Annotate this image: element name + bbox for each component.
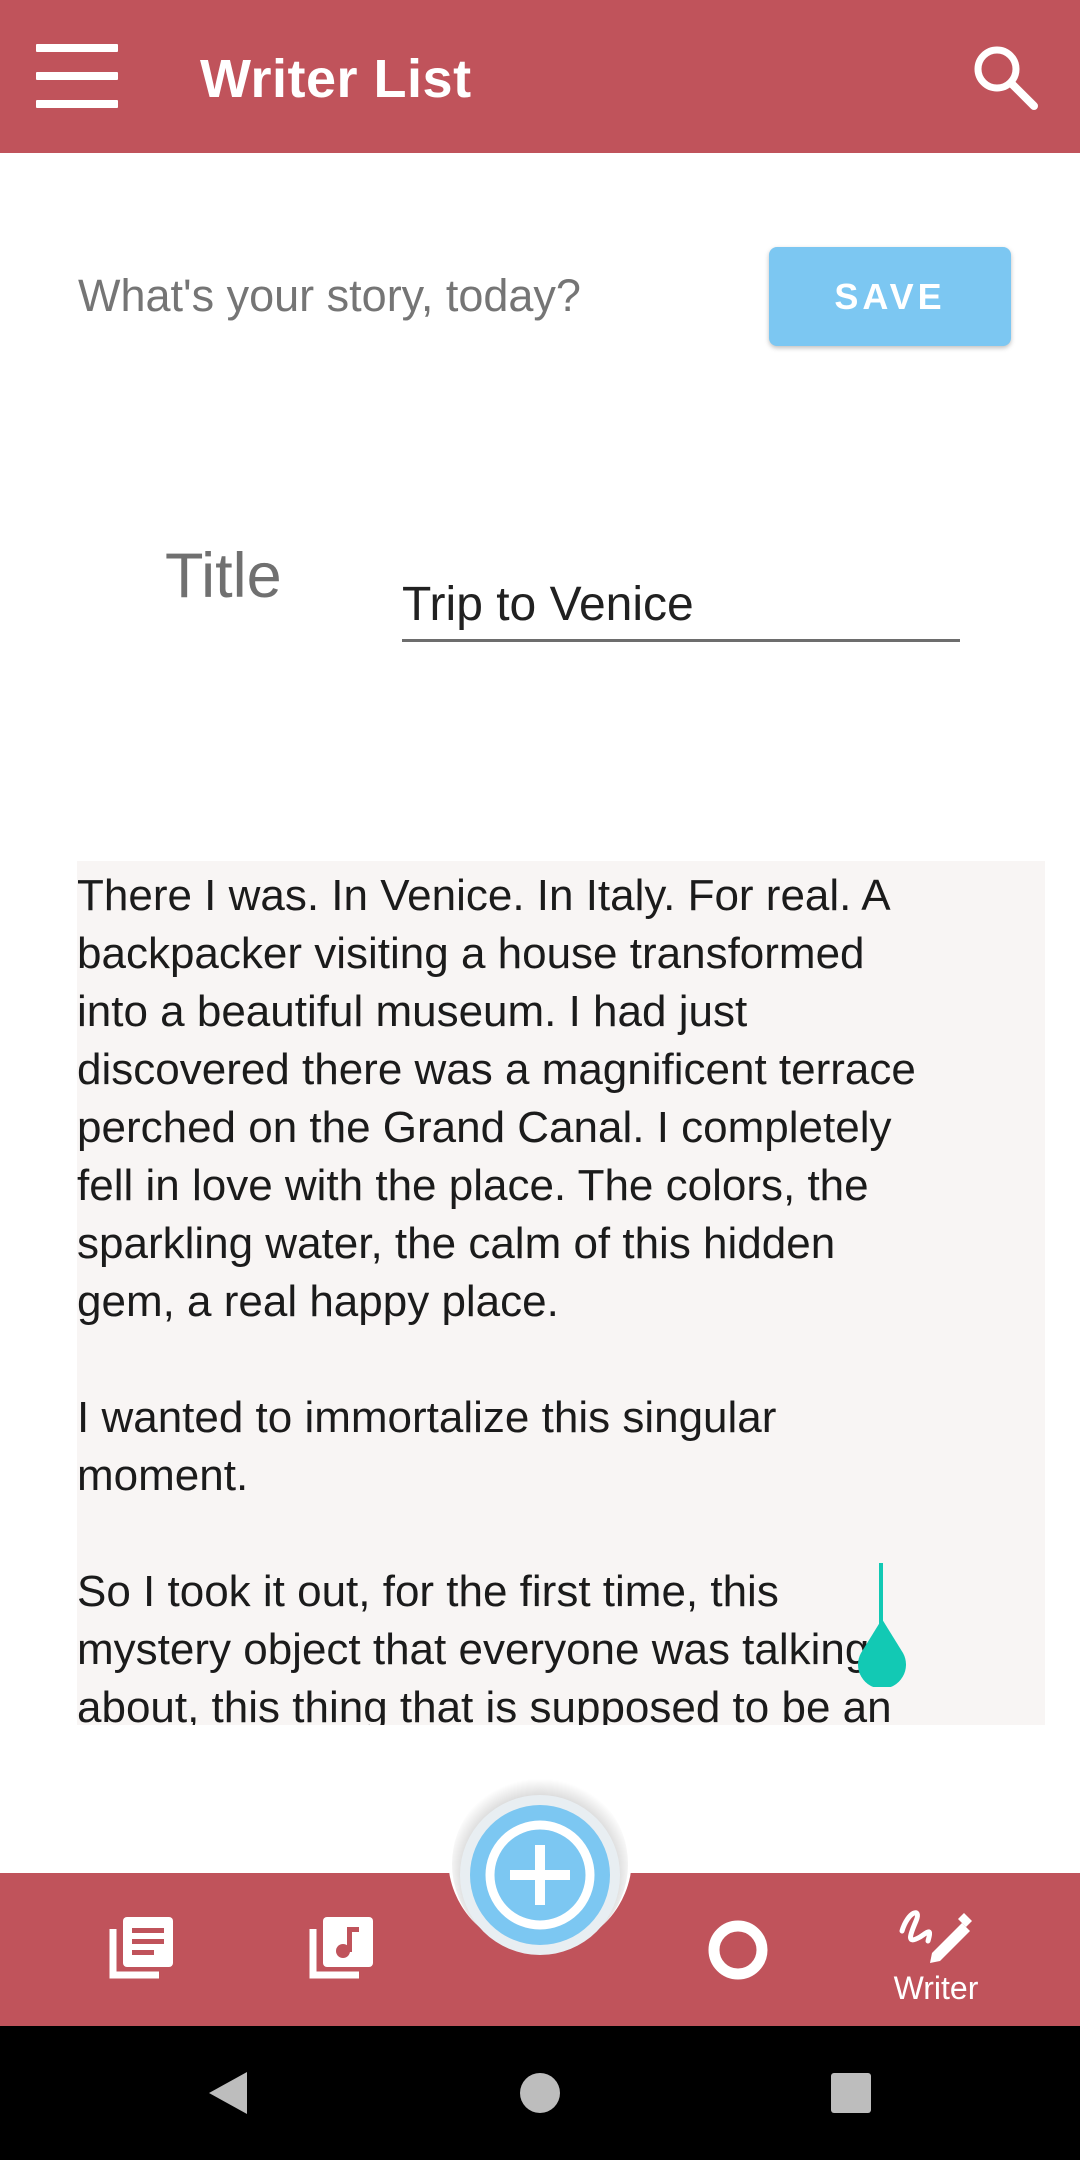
ring-icon <box>708 1920 768 1980</box>
story-prompt: What's your story, today? <box>78 270 581 321</box>
story-text: There I was. In Venice. In Italy. For re… <box>77 871 916 1725</box>
hamburger-menu-icon[interactable] <box>36 44 118 108</box>
add-story-button[interactable] <box>460 1795 620 1955</box>
title-input[interactable] <box>402 570 960 642</box>
add-circle-icon <box>485 1820 595 1930</box>
search-icon[interactable] <box>968 40 1040 112</box>
library-music-icon <box>309 1917 373 1979</box>
back-triangle-icon[interactable] <box>205 2070 249 2116</box>
save-button[interactable]: SAVE <box>769 247 1011 346</box>
text-cursor <box>879 1563 883 1625</box>
cursor-handle-icon[interactable] <box>855 1617 909 1687</box>
app-title: Writer List <box>200 49 472 109</box>
draw-pen-icon <box>899 1910 972 1963</box>
title-label: Title <box>165 541 282 611</box>
nav-item-music[interactable] <box>302 1873 382 2026</box>
nav-item-writer[interactable]: Writer <box>868 1873 1004 2026</box>
story-text-area[interactable]: There I was. In Venice. In Italy. For re… <box>77 861 1045 1725</box>
home-circle-icon[interactable] <box>518 2071 562 2115</box>
nav-item-ring[interactable] <box>698 1873 778 2026</box>
recents-square-icon[interactable] <box>829 2071 873 2115</box>
library-books-icon <box>109 1917 173 1979</box>
nav-item-library[interactable] <box>102 1873 182 2026</box>
system-navigation-bar <box>0 2026 1080 2160</box>
app-bar: Writer List <box>0 0 1080 153</box>
nav-label-writer: Writer <box>893 1970 979 2006</box>
